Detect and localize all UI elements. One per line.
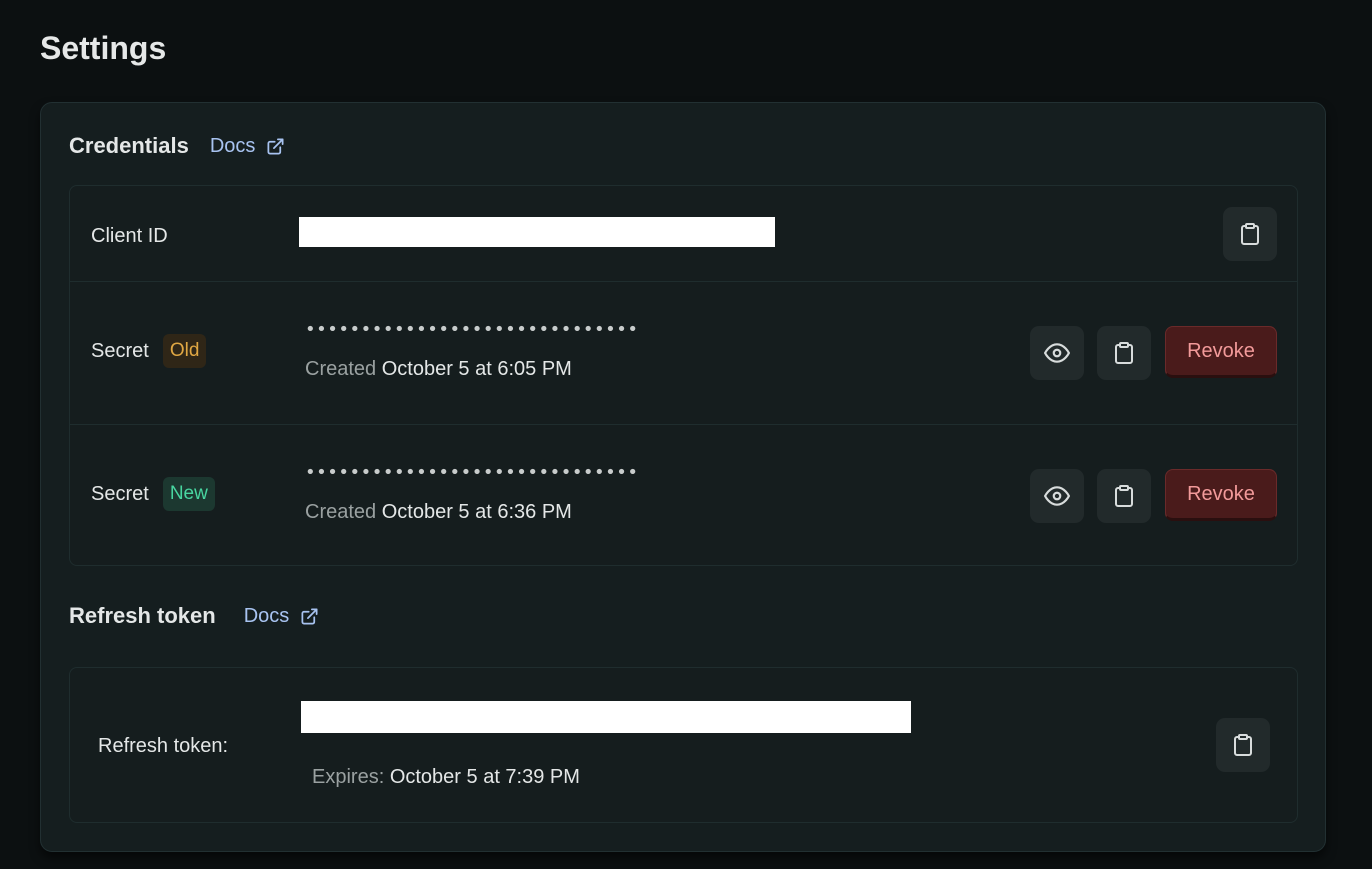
copy-secret-old-button[interactable] — [1097, 326, 1151, 380]
revoke-secret-new-button[interactable]: Revoke — [1165, 469, 1277, 521]
refresh-token-expires: Expires: October 5 at 7:39 PM — [312, 766, 580, 789]
credentials-header: Credentials Docs — [69, 131, 285, 161]
client-id-row: Client ID — [70, 186, 1297, 281]
secret-new-created-value: October 5 at 6:36 PM — [381, 501, 572, 523]
external-link-icon — [267, 138, 284, 154]
secret-old-row: Secret Old •••••••••••••••••••••••••••••… — [70, 282, 1297, 424]
clipboard-icon — [1234, 734, 1252, 756]
revoke-secret-old-button[interactable]: Revoke — [1165, 326, 1277, 378]
refresh-token-label: Refresh token: — [98, 734, 229, 757]
secret-old-masked-value: •••••••••••••••••••••••••••••• — [305, 319, 639, 340]
eye-icon — [1044, 486, 1070, 506]
page-title: Settings — [40, 30, 167, 66]
refresh-token-header: Refresh token Docs — [69, 601, 319, 631]
secret-new-created: Created October 5 at 6:36 PM — [305, 501, 572, 524]
eye-icon — [1044, 343, 1070, 363]
secret-new-row: Secret New •••••••••••••••••••••••••••••… — [70, 425, 1297, 566]
credentials-card: Client ID Secret Old •••••••••••••••••••… — [69, 185, 1298, 566]
secret-new-masked-value: •••••••••••••••••••••••••••••• — [305, 462, 639, 483]
settings-panel: Credentials Docs Client ID Secret Old ••… — [40, 102, 1326, 852]
clipboard-icon — [1241, 223, 1259, 245]
copy-client-id-button[interactable] — [1223, 207, 1277, 261]
secret-old-created: Created October 5 at 6:05 PM — [305, 358, 572, 381]
secret-old-created-value: October 5 at 6:05 PM — [381, 358, 572, 380]
secret-new-created-label: Created — [305, 501, 377, 523]
refresh-token-expires-label: Expires: — [312, 766, 385, 788]
secret-old-label-group: Secret Old — [91, 334, 207, 368]
clipboard-icon — [1115, 342, 1133, 364]
credentials-docs-link[interactable]: Docs — [210, 135, 286, 158]
copy-refresh-token-button[interactable] — [1216, 718, 1270, 772]
external-link-icon — [301, 608, 318, 624]
secret-old-badge: Old — [162, 334, 207, 368]
secret-old-label: Secret — [91, 339, 149, 362]
copy-secret-new-button[interactable] — [1097, 469, 1151, 523]
secret-new-label-group: Secret New — [91, 477, 215, 511]
client-id-label: Client ID — [91, 224, 168, 247]
refresh-token-docs-label: Docs — [243, 604, 290, 627]
refresh-token-title: Refresh token — [69, 603, 216, 628]
credentials-title: Credentials — [69, 133, 189, 158]
reveal-secret-new-button[interactable] — [1030, 469, 1084, 523]
refresh-token-docs-link[interactable]: Docs — [244, 605, 320, 628]
client-id-value-redacted — [299, 217, 775, 247]
refresh-token-value-redacted — [301, 701, 911, 733]
refresh-token-expires-value: October 5 at 7:39 PM — [389, 766, 580, 788]
credentials-docs-label: Docs — [209, 134, 256, 157]
reveal-secret-old-button[interactable] — [1030, 326, 1084, 380]
secret-new-label: Secret — [91, 482, 149, 505]
secret-new-badge: New — [162, 477, 215, 511]
secret-old-created-label: Created — [305, 358, 377, 380]
clipboard-icon — [1115, 485, 1133, 507]
refresh-token-card: Refresh token: Expires: October 5 at 7:3… — [69, 667, 1298, 823]
